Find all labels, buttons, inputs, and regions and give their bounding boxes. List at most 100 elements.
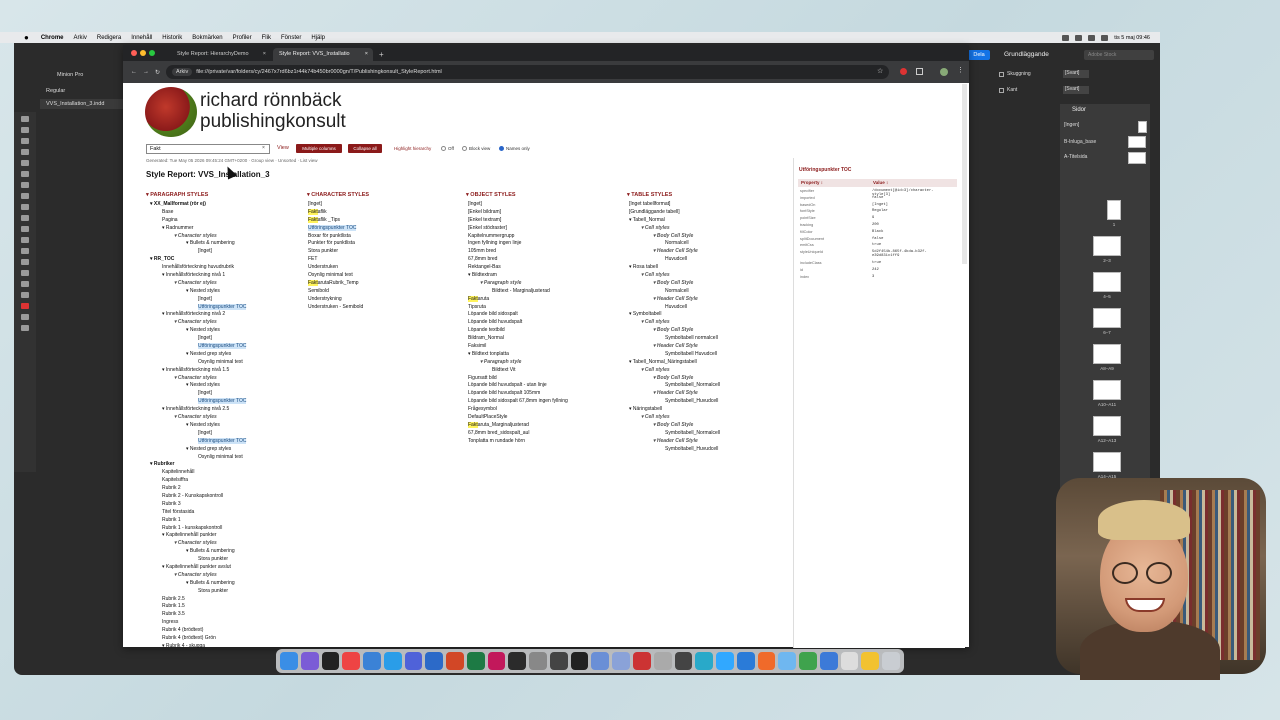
- font-name-field[interactable]: Minion Pro: [57, 72, 83, 78]
- status-icon[interactable]: [1062, 34, 1070, 41]
- tree-item[interactable]: ▾ Bullets & numbering: [150, 240, 246, 248]
- tree-item[interactable]: Symboltabell_Huvudcell: [629, 398, 720, 406]
- tree-item[interactable]: ▾ Kapitelinnehåll punkter: [150, 532, 246, 540]
- paragraph-styles-heading[interactable]: ▾ PARAGRAPH STYLES: [146, 192, 208, 198]
- page-thumbnail[interactable]: [1093, 416, 1121, 436]
- app-icon[interactable]: [695, 652, 714, 670]
- menu-item[interactable]: Flik: [262, 35, 271, 41]
- tree-item[interactable]: Löpande bild huvudspalt 105mm: [468, 390, 568, 398]
- close-window-icon[interactable]: [131, 50, 137, 56]
- close-icon[interactable]: ×: [263, 51, 266, 57]
- tree-item[interactable]: [Enkel textram]: [468, 217, 568, 225]
- transform-tool-icon[interactable]: [21, 237, 29, 243]
- tree-item[interactable]: ▾ Cell styles: [629, 367, 720, 375]
- photoshop-icon[interactable]: [716, 652, 734, 670]
- status-icon[interactable]: [1075, 34, 1083, 41]
- tree-item[interactable]: ▾ Innehållsförteckning nivå 1.5: [150, 367, 246, 375]
- radio-block-view[interactable]: [462, 146, 467, 151]
- tree-item[interactable]: ▾ Nested styles: [150, 327, 246, 335]
- tree-item[interactable]: Löpande bild huvudspalt: [468, 319, 568, 327]
- menu-item[interactable]: Redigera: [97, 35, 121, 41]
- menu-item[interactable]: Arkiv: [74, 35, 87, 41]
- tree-item[interactable]: Faktaflik: [308, 208, 363, 217]
- tree-item[interactable]: Löpande bild sidospalt: [468, 311, 568, 319]
- tree-item[interactable]: ▾ Body Cell Style: [629, 375, 720, 383]
- color-swatch-select[interactable]: [Svart]: [1063, 86, 1089, 94]
- tree-item[interactable]: Rubrik 1.5: [150, 603, 246, 611]
- app-icon[interactable]: [757, 652, 776, 670]
- tree-item[interactable]: [Grundläggande tabell]: [629, 209, 720, 217]
- bridge-icon[interactable]: [508, 652, 527, 670]
- table-styles-heading[interactable]: ▾ TABLE STYLES: [627, 192, 672, 198]
- browser-tab[interactable]: Style Report: HierarchyDemo ×: [171, 48, 271, 61]
- search-clear-icon[interactable]: ×: [262, 145, 265, 151]
- page-thumbnail[interactable]: [1093, 308, 1121, 328]
- tree-item[interactable]: Huvudcell: [629, 256, 720, 264]
- tree-item[interactable]: Bildram_Normal: [468, 335, 568, 343]
- tree-item[interactable]: ▾ Nested styles: [150, 288, 246, 296]
- tree-item[interactable]: 105mm bred: [468, 248, 568, 256]
- object-styles-heading[interactable]: ▾ OBJECT STYLES: [466, 192, 516, 198]
- app-icon[interactable]: [591, 652, 610, 670]
- master-b-inluga[interactable]: B-Inluga_base: [1064, 139, 1096, 145]
- tree-item[interactable]: ▾ Header Cell Style: [629, 390, 720, 398]
- menubar-clock[interactable]: tis 5 maj 09:46: [1114, 35, 1150, 41]
- tree-item[interactable]: Symboltabell normalcell: [629, 335, 720, 343]
- tree-item[interactable]: Osynlig minimal text: [150, 454, 246, 462]
- font-style-field[interactable]: Regular: [46, 88, 65, 94]
- back-icon[interactable]: ←: [131, 69, 137, 75]
- tree-item[interactable]: Osynlig minimal text: [150, 359, 246, 367]
- word-icon[interactable]: [425, 652, 444, 670]
- tree-item[interactable]: ▾ Innehållsförteckning nivå 2.5: [150, 406, 246, 414]
- tree-item[interactable]: DefaultPlaceStyle: [468, 414, 568, 422]
- document-tab[interactable]: VVS_Installation_3.indd: [40, 99, 126, 109]
- tree-item[interactable]: ▾ Cell styles: [629, 272, 720, 280]
- tree-item[interactable]: [Inget]: [150, 335, 246, 343]
- menu-item[interactable]: Historik: [162, 35, 182, 41]
- tree-item[interactable]: Rubrik 4 (brödtext): [150, 627, 246, 635]
- tree-item[interactable]: ▾ Header Cell Style: [629, 248, 720, 256]
- apple-icon[interactable]: ●: [24, 33, 29, 42]
- url-field[interactable]: Arkiv file:///private/var/folders/cy/246…: [166, 65, 889, 79]
- utility-icon[interactable]: [549, 652, 568, 670]
- minimize-window-icon[interactable]: [140, 50, 146, 56]
- tree-item[interactable]: ▾ Character styles: [150, 319, 246, 327]
- tree-item[interactable]: Symboltabell_Normalcell: [629, 430, 720, 438]
- app-icon[interactable]: [612, 652, 631, 670]
- radio-off[interactable]: [441, 146, 446, 151]
- page-thumbnail[interactable]: [1093, 380, 1121, 400]
- document-icon[interactable]: [840, 652, 859, 670]
- teams-icon[interactable]: [404, 652, 423, 670]
- multiple-columns-button[interactable]: Multiple columns: [296, 144, 342, 153]
- tree-item[interactable]: Symboltabell Huvudcell: [629, 351, 720, 359]
- master-thumbnail[interactable]: [1128, 152, 1146, 164]
- finder-icon[interactable]: [280, 652, 298, 670]
- tree-item[interactable]: [Inget]: [308, 201, 363, 209]
- tree-item[interactable]: Bildtext - Marginaljusterad: [468, 288, 568, 296]
- collapse-all-button[interactable]: Collapse all: [348, 144, 382, 153]
- tree-item[interactable]: Rubrik 1: [150, 517, 246, 525]
- tree-item[interactable]: Löpande textbild: [468, 327, 568, 335]
- tree-item[interactable]: Boxar för punktlista: [308, 233, 363, 241]
- tree-item[interactable]: [Inget]: [150, 430, 246, 438]
- tree-item[interactable]: ▾ Rosa tabell: [629, 264, 720, 272]
- page-scrollbar[interactable]: [962, 84, 967, 264]
- tree-item[interactable]: FET: [308, 256, 363, 264]
- tree-item[interactable]: Innehållsförteckning huvudrubrik: [150, 264, 246, 272]
- new-tab-icon[interactable]: +: [379, 50, 384, 59]
- apply-color-icon[interactable]: [21, 314, 29, 320]
- close-icon[interactable]: ×: [365, 51, 368, 57]
- tree-item[interactable]: ▾ Body Cell Style: [629, 422, 720, 430]
- tree-item[interactable]: 67,8mm bred_sidospalt_aul: [468, 430, 568, 438]
- tree-item[interactable]: 67,8mm bred: [468, 256, 568, 264]
- menu-item[interactable]: Hjälp: [311, 35, 325, 41]
- tree-item[interactable]: Titel förstasida: [150, 509, 246, 517]
- value-column-header[interactable]: Value ↕: [873, 180, 888, 185]
- tree-item[interactable]: ▾ Näringstabell: [629, 406, 720, 414]
- tree-item[interactable]: ▾ Nested styles: [150, 422, 246, 430]
- safari-icon[interactable]: [363, 652, 381, 670]
- frame-tool-icon[interactable]: [21, 204, 29, 210]
- tree-item[interactable]: Osynlig minimal text: [308, 272, 363, 280]
- tree-item[interactable]: [Inget tabellformat]: [629, 201, 720, 209]
- tree-item[interactable]: Faktaruta_Marginaljusterad: [468, 421, 568, 430]
